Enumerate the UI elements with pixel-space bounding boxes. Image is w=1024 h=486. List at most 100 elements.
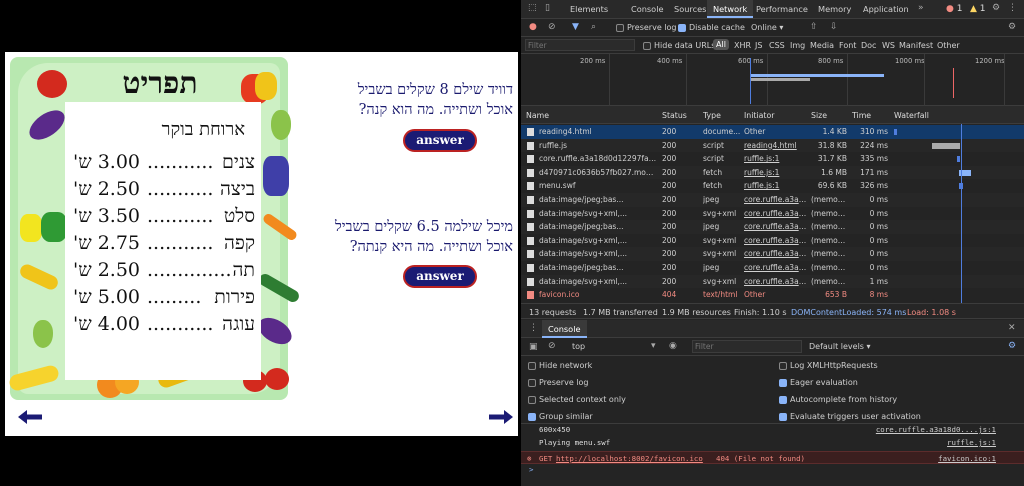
console-setting-checkbox[interactable]: Log XMLHttpRequests (779, 361, 878, 370)
record-icon[interactable]: ● (529, 22, 537, 32)
filter-type-doc[interactable]: Doc (861, 41, 876, 50)
console-message-source[interactable]: ruffle.js:1 (947, 438, 996, 447)
inspect-icon[interactable]: ⬚ (528, 3, 537, 13)
filter-type-img[interactable]: Img (790, 41, 805, 50)
request-initiator[interactable]: Other (744, 125, 808, 139)
tab-performance[interactable]: Performance (750, 0, 814, 18)
filter-type-other[interactable]: Other (937, 41, 960, 50)
tab-application[interactable]: Application (857, 0, 915, 18)
throttle-select[interactable]: Online ▾ (751, 23, 783, 32)
error-url-link[interactable]: http://localhost:8002/favicon.ico (556, 454, 703, 463)
answer-button-2[interactable]: answer (403, 265, 477, 288)
console-prompt[interactable]: > (529, 465, 533, 474)
clear-icon[interactable]: ⊘ (548, 22, 556, 32)
game-canvas[interactable]: תפריט ארוחת בוקר צנים 3.00 ש'........... ב… (5, 52, 518, 436)
filter-type-media[interactable]: Media (810, 41, 834, 50)
drawer-tab-console[interactable]: Console (542, 320, 587, 338)
col-type-header[interactable]: Type (703, 111, 721, 120)
request-row[interactable]: reading4.html 200 docume... Other 1.4 KB 310 … (521, 125, 1024, 139)
filter-type-js[interactable]: JS (755, 41, 762, 50)
console-setting-checkbox[interactable]: Hide network (528, 361, 592, 370)
kebab-menu-icon[interactable]: ⋮ (1008, 3, 1017, 13)
col-time-header[interactable]: Time (852, 111, 871, 120)
answer-button-1[interactable]: answer (403, 129, 477, 152)
col-name-header[interactable]: Name (526, 111, 549, 120)
tab-sources[interactable]: Sources (668, 0, 712, 18)
search-icon[interactable]: ⌕ (591, 22, 596, 32)
disable-cache-checkbox[interactable]: Disable cache (678, 23, 745, 32)
network-settings-icon[interactable]: ⚙ (1008, 22, 1016, 32)
arrow-right-icon[interactable] (488, 409, 514, 425)
error-source-link[interactable]: favicon.ico:1 (938, 454, 996, 463)
preserve-log-checkbox[interactable]: Preserve log (616, 23, 677, 32)
request-initiator[interactable]: Other (744, 288, 808, 302)
request-row[interactable]: menu.swf 200 fetch ruffle.js:1 69.6 KB 326 ms (521, 179, 1024, 193)
request-initiator[interactable]: core.ruffle.a3a1... (744, 275, 808, 289)
network-overview[interactable]: 200 ms 400 ms 600 ms 800 ms 1000 ms 1200 ms (521, 54, 1024, 106)
request-initiator[interactable]: ruffle.js:1 (744, 152, 808, 166)
request-row[interactable]: ruffle.js 200 script reading4.html 31.8 KB 22… (521, 138, 1024, 153)
tab-memory[interactable]: Memory (812, 0, 857, 18)
request-row[interactable]: data:image/svg+xml,... 200 svg+xml core.ruf… (521, 247, 1024, 261)
col-status-header[interactable]: Status (662, 111, 687, 120)
arrow-left-icon[interactable] (17, 409, 43, 425)
col-waterfall-header[interactable]: Waterfall (894, 111, 929, 120)
filter-type-xhr[interactable]: XHR (734, 41, 751, 50)
log-levels-select[interactable]: Default levels ▾ (809, 342, 871, 351)
warning-count-badge[interactable]: ▲ 1 (970, 4, 986, 14)
col-initiator-header[interactable]: Initiator (744, 111, 774, 120)
context-select[interactable]: top (572, 342, 585, 351)
request-row[interactable]: data:image/svg+xml,... 200 svg+xml core.ruf… (521, 207, 1024, 221)
console-clear-icon[interactable]: ⊘ (548, 341, 556, 351)
request-initiator[interactable]: core.ruffle.a3a1... (744, 207, 808, 221)
filter-type-ws[interactable]: WS (882, 41, 895, 50)
tab-elements[interactable]: Elements (564, 0, 614, 18)
tab-network[interactable]: Network (707, 0, 754, 18)
console-setting-checkbox[interactable]: Evaluate triggers user activation (779, 412, 921, 421)
request-row[interactable]: data:image/jpeg;bas... 200 jpeg core.ruffle… (521, 193, 1024, 207)
live-expression-eye-icon[interactable]: ◉ (669, 341, 677, 351)
request-initiator[interactable]: reading4.html (744, 139, 808, 153)
filter-type-manifest[interactable]: Manifest (899, 41, 933, 50)
settings-gear-icon[interactable]: ⚙ (992, 3, 1000, 13)
request-initiator[interactable]: core.ruffle.a3a1... (744, 247, 808, 261)
request-initiator[interactable]: ruffle.js:1 (744, 179, 808, 193)
console-setting-checkbox[interactable]: Preserve log (528, 378, 589, 387)
request-row[interactable]: core.ruffle.a3a18d0d12297fa71... 200 scrip… (521, 152, 1024, 166)
request-row[interactable]: data:image/svg+xml,... 200 svg+xml core.ruf… (521, 274, 1024, 289)
filter-icon[interactable]: ▼ (572, 22, 579, 32)
request-initiator[interactable]: core.ruffle.a3a1... (744, 220, 808, 234)
tab-console[interactable]: Console (625, 0, 670, 18)
filter-type-font[interactable]: Font (839, 41, 856, 50)
request-row[interactable]: data:image/jpeg;bas... 200 jpeg core.ruffle… (521, 220, 1024, 234)
console-setting-checkbox[interactable]: Group similar (528, 412, 593, 421)
request-row[interactable]: favicon.ico 404 text/html Other 653 B 8 ms (521, 288, 1024, 302)
request-row[interactable]: data:image/svg+xml,... 200 svg+xml core.ruf… (521, 234, 1024, 248)
console-settings-icon[interactable]: ⚙ (1008, 341, 1016, 351)
export-har-icon[interactable]: ⇩ (830, 22, 838, 32)
filter-type-css[interactable]: CSS (769, 41, 785, 50)
console-setting-checkbox[interactable]: Autocomplete from history (779, 395, 897, 404)
console-setting-checkbox[interactable]: Eager evaluation (779, 378, 858, 387)
network-filter-input[interactable] (525, 39, 635, 51)
error-count-badge[interactable]: ● 1 (946, 4, 962, 14)
device-toggle-icon[interactable]: ▯ (545, 3, 550, 13)
request-row[interactable]: d470971c0636b57fb027.modul... 200 fetch ruf… (521, 165, 1024, 180)
import-har-icon[interactable]: ⇧ (810, 22, 818, 32)
context-dropdown-icon[interactable]: ▾ (651, 341, 656, 351)
sidebar-toggle-icon[interactable]: ▣ (529, 342, 538, 352)
more-tabs-icon[interactable]: » (918, 3, 924, 13)
hide-data-urls-checkbox[interactable]: Hide data URLs (643, 41, 715, 50)
filter-type-all[interactable]: All (713, 39, 729, 50)
col-size-header[interactable]: Size (811, 111, 827, 120)
request-row[interactable]: data:image/jpeg;bas... 200 jpeg core.ruffle… (521, 261, 1024, 275)
request-initiator[interactable]: ruffle.js:1 (744, 166, 808, 180)
console-message-source[interactable]: core.ruffle.a3a18d0....js:1 (876, 425, 996, 434)
request-initiator[interactable]: core.ruffle.a3a1... (744, 234, 808, 248)
console-filter-input[interactable] (692, 340, 802, 353)
drawer-menu-icon[interactable]: ⋮ (529, 323, 538, 333)
console-setting-checkbox[interactable]: Selected context only (528, 395, 626, 404)
request-initiator[interactable]: core.ruffle.a3a1... (744, 193, 808, 207)
close-drawer-icon[interactable]: ✕ (1008, 323, 1016, 333)
request-initiator[interactable]: core.ruffle.a3a1... (744, 261, 808, 275)
